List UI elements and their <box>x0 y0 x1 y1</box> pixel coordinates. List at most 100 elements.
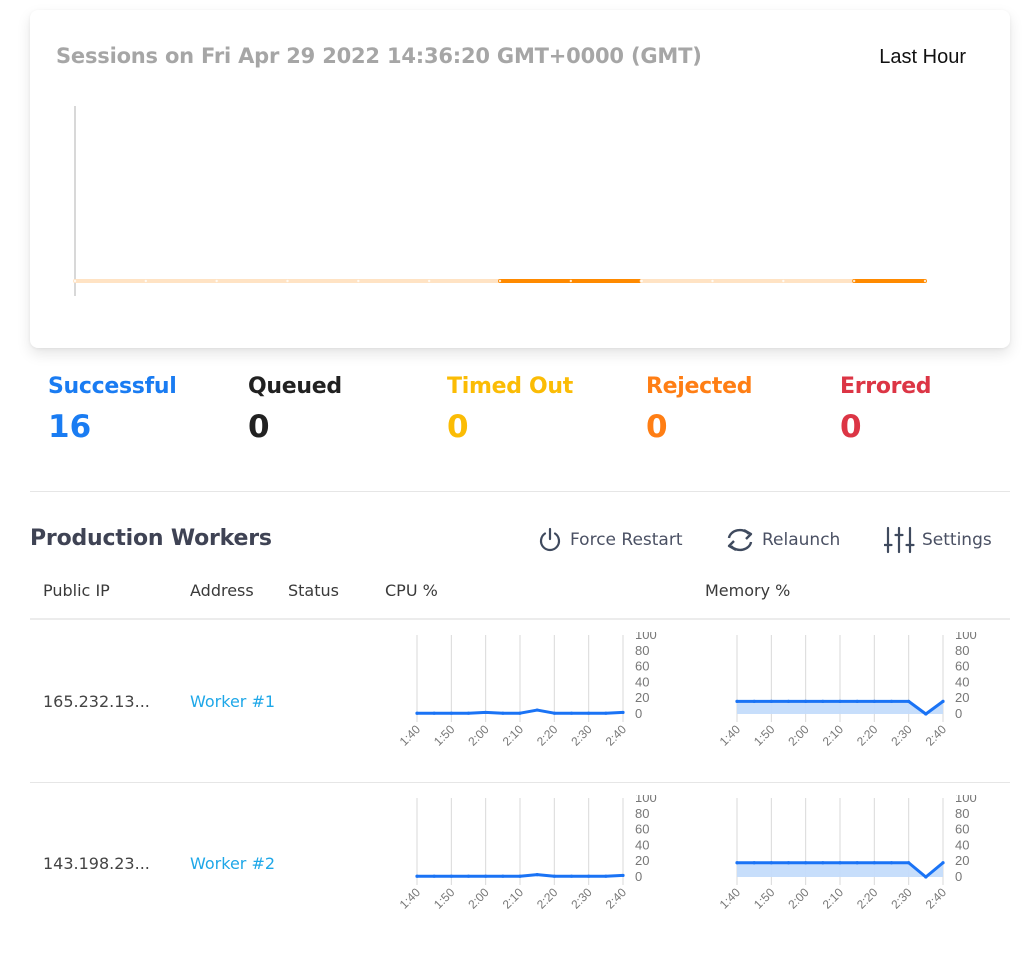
worker-address-link[interactable]: Worker #1 <box>190 692 274 711</box>
data-point <box>838 861 842 865</box>
relaunch-button[interactable]: Relaunch <box>724 526 840 554</box>
data-point <box>855 861 859 865</box>
data-point <box>621 873 625 878</box>
data-point <box>889 861 894 865</box>
x-tick-label: 2:40 <box>923 885 950 912</box>
sliders-icon <box>884 526 915 554</box>
y-tick-label: 80 <box>955 643 969 658</box>
session-stats: Successful 16 Queued 0 Timed Out 0 Rejec… <box>48 374 1008 464</box>
x-tick-label: 2:30 <box>568 722 595 749</box>
data-point <box>782 279 785 283</box>
y-tick-label: 80 <box>635 643 649 658</box>
data-point <box>769 699 773 703</box>
data-point <box>518 711 522 715</box>
data-point <box>872 699 876 703</box>
stat-successful: Successful 16 <box>48 374 177 445</box>
y-tick-label: 60 <box>955 659 969 674</box>
data-point <box>215 279 218 283</box>
data-point <box>484 874 488 878</box>
stat-label: Queued <box>248 374 342 399</box>
stat-queued: Queued 0 <box>248 374 342 445</box>
worker-address-link[interactable]: Worker #2 <box>190 854 274 873</box>
data-point <box>427 279 431 283</box>
data-point <box>466 711 471 715</box>
y-tick-label: 40 <box>955 674 969 689</box>
column-header-memory: Memory % <box>705 581 791 600</box>
data-point <box>415 711 419 715</box>
x-tick-label: 2:40 <box>603 885 630 912</box>
data-point <box>432 711 436 715</box>
data-point <box>852 279 856 283</box>
x-tick-label: 1:50 <box>431 885 458 912</box>
x-tick-label: 1:40 <box>717 885 744 912</box>
data-point <box>923 279 927 283</box>
force-restart-label: Force Restart <box>570 530 683 550</box>
public-ip: 143.198.23... <box>43 854 150 873</box>
y-tick-label: 40 <box>635 674 649 689</box>
x-tick-label: 2:10 <box>820 885 847 912</box>
stat-errored: Errored 0 <box>840 374 932 445</box>
data-point <box>821 699 825 703</box>
relaunch-label: Relaunch <box>762 530 841 550</box>
y-tick-label: 40 <box>635 837 649 852</box>
stat-label: Errored <box>840 374 932 399</box>
section-divider <box>30 491 1010 492</box>
x-tick-label: 2:20 <box>534 722 561 749</box>
data-point <box>769 861 773 865</box>
data-point <box>587 711 591 715</box>
data-point <box>838 699 842 703</box>
data-point <box>621 710 625 715</box>
refresh-icon <box>727 528 753 552</box>
data-point <box>804 861 808 865</box>
data-point <box>924 875 928 879</box>
stat-label: Rejected <box>646 374 753 399</box>
y-tick-label: 60 <box>635 822 649 837</box>
y-tick-label: 40 <box>955 837 969 852</box>
x-tick-label: 1:50 <box>431 722 458 749</box>
force-restart-button[interactable]: Force Restart <box>536 526 683 554</box>
x-tick-label: 2:10 <box>500 885 527 912</box>
y-tick-label: 80 <box>635 806 649 821</box>
data-point <box>587 874 591 878</box>
data-point <box>518 874 522 878</box>
sessions-title: Sessions on Fri Apr 29 2022 14:36:20 GMT… <box>56 44 702 68</box>
x-tick-label: 2:20 <box>854 722 881 749</box>
data-point <box>889 699 894 703</box>
column-header-cpu: CPU % <box>385 581 438 600</box>
settings-label: Settings <box>922 530 992 550</box>
y-tick-label: 0 <box>955 869 962 884</box>
data-point <box>535 708 539 712</box>
x-tick-label: 2:20 <box>534 885 561 912</box>
data-point <box>821 861 825 865</box>
settings-button[interactable]: Settings <box>884 526 992 554</box>
x-tick-label: 2:10 <box>500 722 527 749</box>
public-ip: 165.232.13... <box>43 692 150 711</box>
x-tick-label: 1:40 <box>717 722 744 749</box>
data-point <box>501 874 505 878</box>
data-point <box>569 711 574 715</box>
x-tick-label: 2:30 <box>888 885 915 912</box>
stat-value: 0 <box>840 409 862 445</box>
cpu-chart: 1:40 1:50 2:00 2:10 2:20 2:30 2:40 020406080100 <box>397 632 657 749</box>
column-header-address: Address <box>190 581 254 600</box>
x-tick-label: 1:50 <box>751 885 778 912</box>
stat-label: Successful <box>48 374 177 399</box>
data-point <box>484 710 488 715</box>
time-range-selector[interactable]: Last Hour <box>879 46 966 69</box>
y-tick-label: 100 <box>955 795 977 805</box>
workers-actions: Force Restart Relaunch Settings <box>0 524 1024 560</box>
y-tick-label: 80 <box>955 806 969 821</box>
x-tick-label: 2:10 <box>820 722 847 749</box>
data-point <box>466 874 471 878</box>
data-point <box>941 861 945 865</box>
data-point <box>501 711 505 715</box>
x-tick-label: 2:30 <box>888 722 915 749</box>
y-tick-label: 20 <box>635 853 649 868</box>
data-point <box>735 861 739 865</box>
x-tick-label: 2:30 <box>568 885 595 912</box>
stat-timed-out: Timed Out 0 <box>447 374 573 445</box>
data-point <box>498 279 502 283</box>
data-point <box>752 699 756 703</box>
x-tick-label: 1:50 <box>751 722 778 749</box>
data-point <box>711 279 714 283</box>
